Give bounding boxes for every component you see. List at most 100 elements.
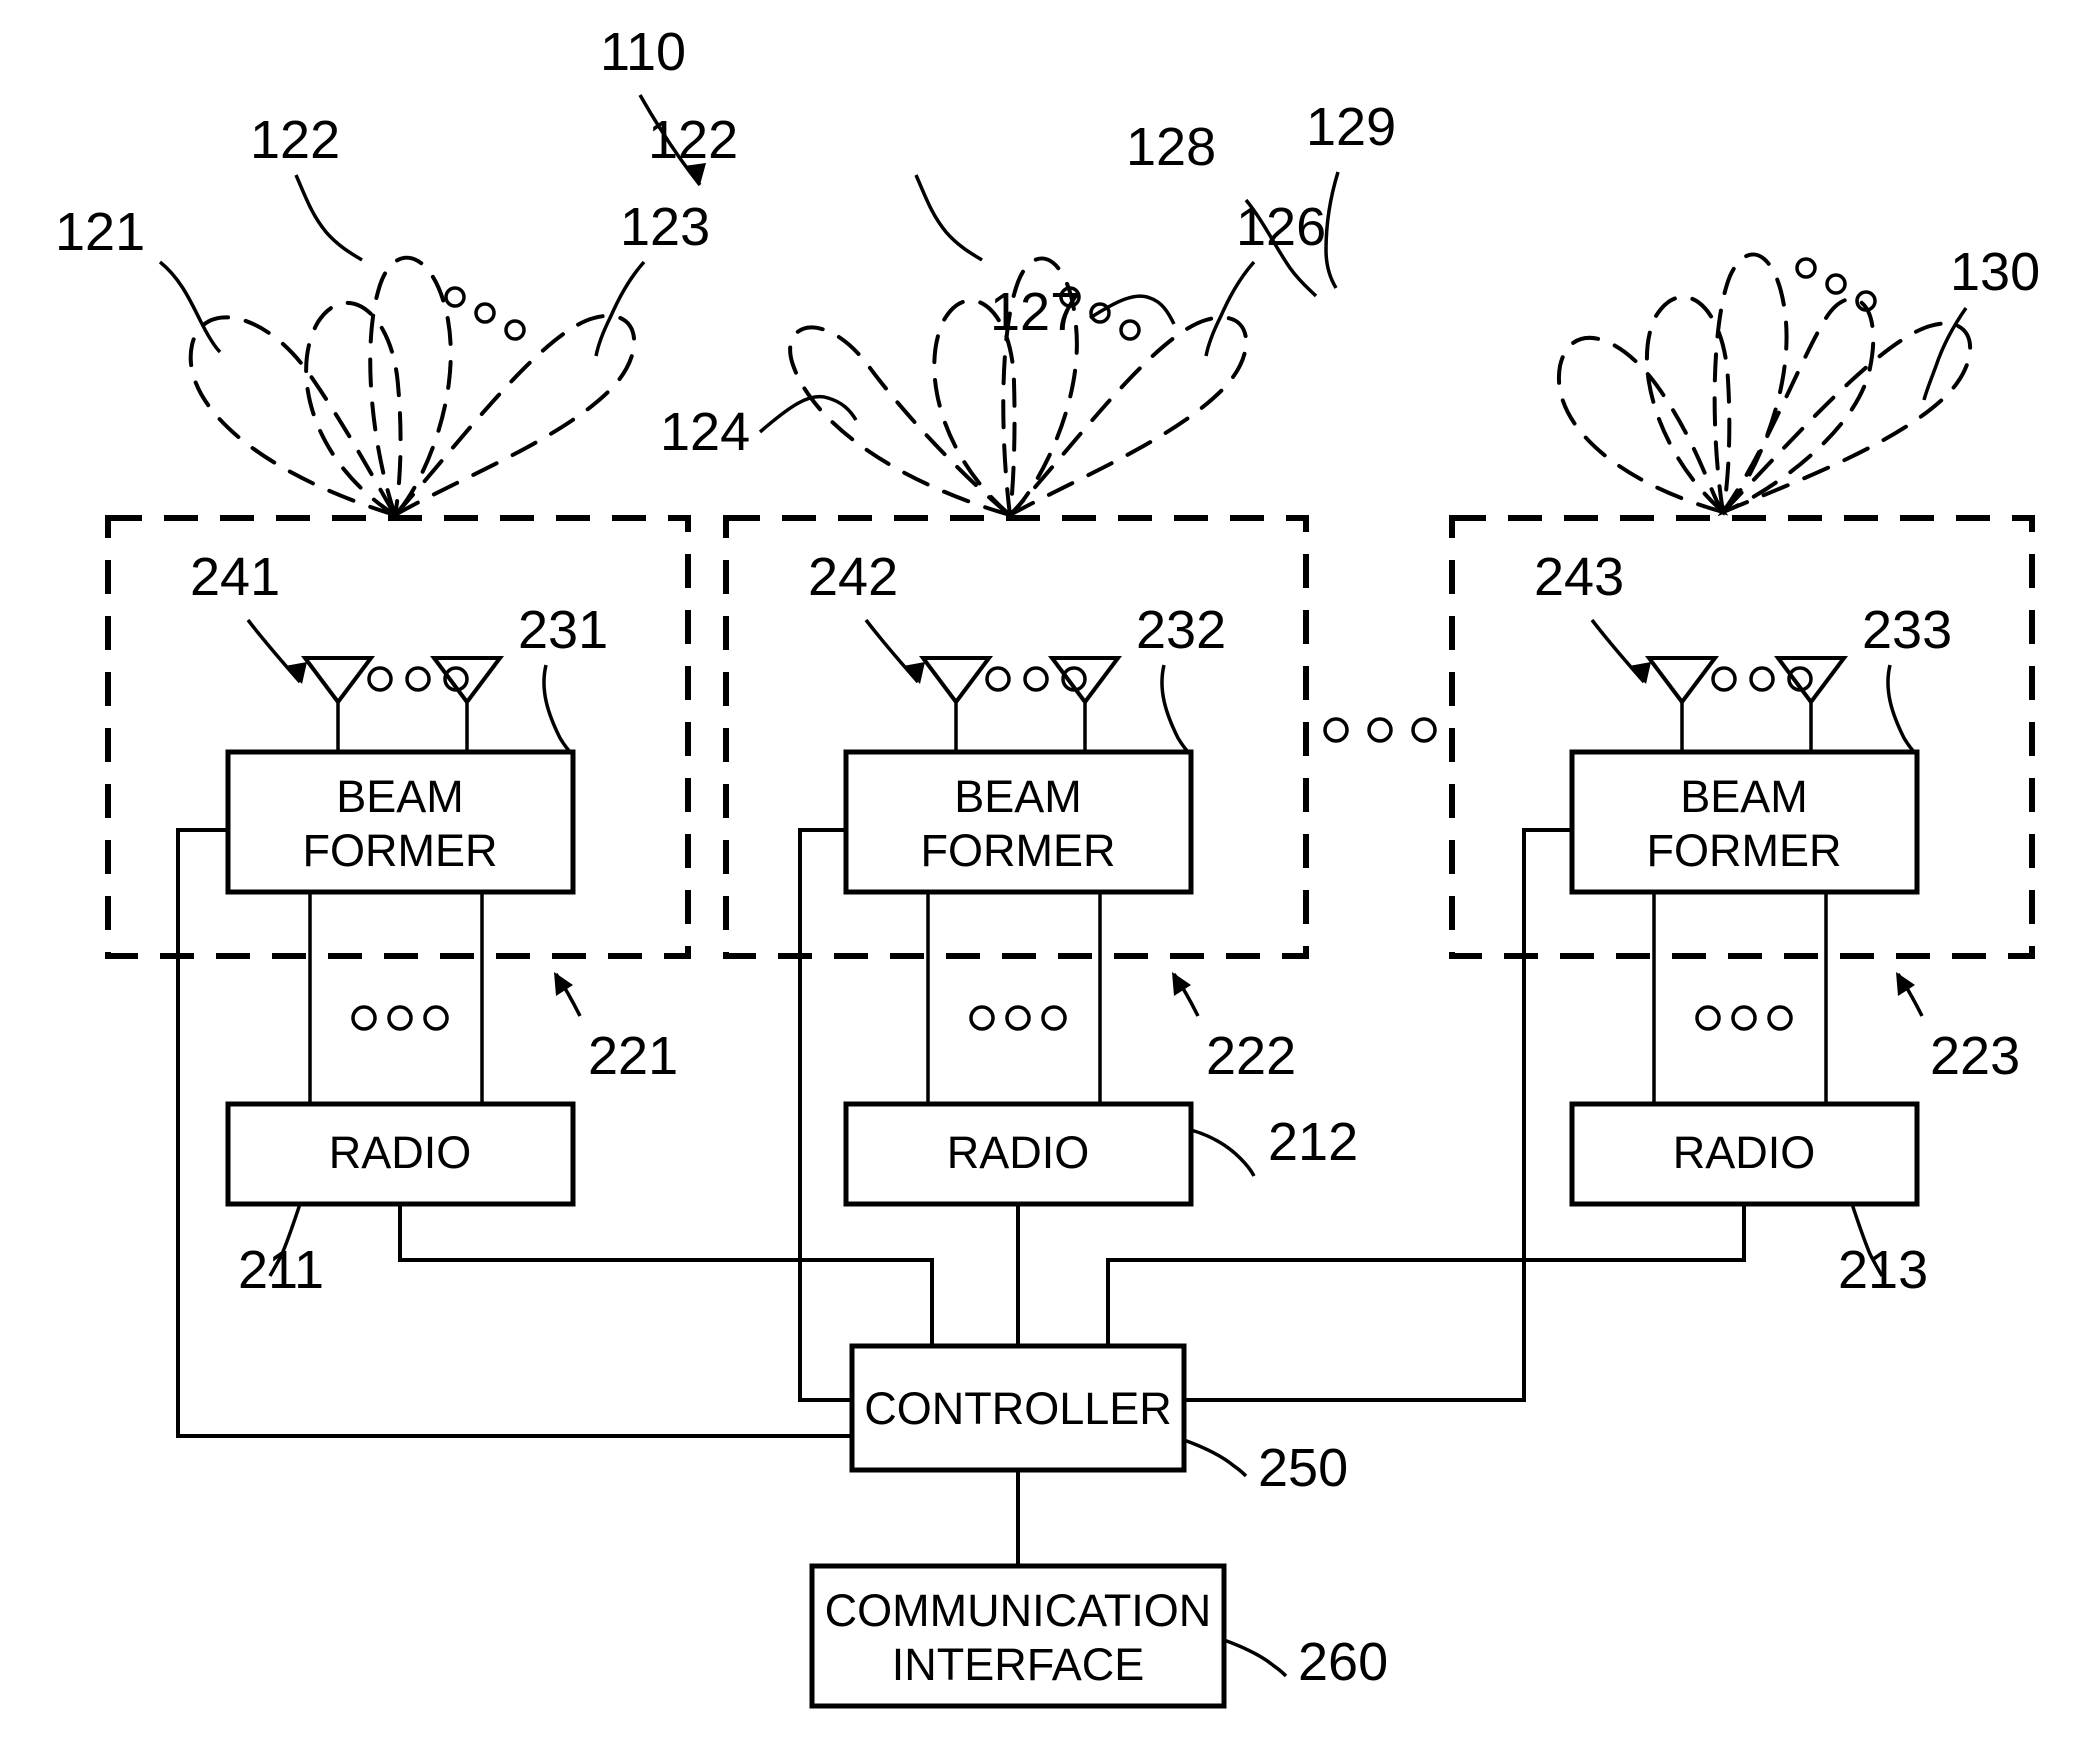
beam-lobe-128b — [1712, 252, 1789, 516]
antenna-element-left-3 — [1645, 656, 1719, 752]
ref-124-text: 124 — [660, 402, 750, 462]
ref-243-text: 243 — [1534, 547, 1624, 607]
ellipsis-dot — [1825, 273, 1847, 295]
ref-128-text: 128 — [1126, 117, 1216, 177]
ref-212-text: 212 — [1268, 1112, 1358, 1172]
ref-232-leader — [1160, 664, 1192, 756]
ref-260-leader — [1223, 1638, 1288, 1678]
controller-label: CONTROLLER — [864, 1383, 1172, 1434]
beamformer-label-line2: FORMER — [1647, 825, 1842, 876]
beamformer-label-line1: BEAM — [954, 771, 1082, 822]
ellipsis-dot — [1749, 666, 1775, 692]
ref-232-text: 232 — [1136, 600, 1226, 660]
ref-123-text: 123 — [620, 197, 710, 257]
ref-231-text: 231 — [518, 600, 608, 660]
antenna-element-right-1 — [430, 656, 504, 752]
beam-lobe-129 — [1717, 297, 1876, 517]
beam-lobes-group-1 — [188, 255, 637, 519]
ref-260-text: 260 — [1298, 1632, 1388, 1692]
ellipsis-dot — [367, 666, 393, 692]
radio-label-2: RADIO — [947, 1127, 1090, 1178]
ellipsis-dot — [474, 302, 496, 324]
antenna-element-left-1 — [301, 656, 375, 752]
beam-lobe-130 — [1721, 321, 1973, 514]
ellipsis-dot — [405, 666, 431, 692]
ellipsis-dot — [1041, 1005, 1067, 1031]
ref-121-text: 121 — [55, 202, 145, 262]
ellipsis-dot — [969, 1005, 995, 1031]
ref-223-text: 223 — [1930, 1026, 2020, 1086]
beam-lobe-126 — [1008, 315, 1249, 517]
ellipsis-dot — [1731, 1005, 1757, 1031]
beam-ref-labels-group-1: 121 122 123 — [55, 110, 710, 357]
radio3-to-controller — [1106, 1204, 1746, 1346]
ref-129-text: 129 — [1306, 97, 1396, 157]
controller-to-beamformer-3 — [1184, 828, 1572, 1402]
ellipsis-dot — [1711, 666, 1737, 692]
ellipsis-dot — [1695, 1005, 1721, 1031]
ellipsis-dot — [985, 666, 1011, 692]
radio1-to-controller — [398, 1204, 934, 1346]
ref-221-text: 221 — [588, 1026, 678, 1086]
ref-129-leader — [1324, 171, 1340, 289]
ellipsis-dot — [1767, 1005, 1793, 1031]
beam-ref-labels-group-2: 122 122 126 124 — [648, 110, 1326, 462]
ref-127-text: 127 — [990, 282, 1080, 342]
ellipsis-dot — [351, 1005, 377, 1031]
ref-231-leader — [542, 664, 574, 756]
radio-label-1: RADIO — [329, 1127, 472, 1178]
panel-1-group: 241 231 BEAM FORMER RADIO 221 211 — [176, 547, 934, 1438]
ref-242-arrowhead — [903, 662, 925, 684]
radio-label-3: RADIO — [1673, 1127, 1816, 1178]
beamformer-label-line2: FORMER — [921, 825, 1116, 876]
ref-110-text: 110 — [600, 22, 686, 82]
ref-122-mid-leader — [914, 174, 983, 262]
controller-group: CONTROLLER 250 — [849, 1343, 1348, 1566]
beam-lobe-121 — [188, 315, 400, 519]
ellipsis-dot — [423, 1005, 449, 1031]
beamformer-label-line1: BEAM — [1680, 771, 1808, 822]
ref-222-text: 222 — [1206, 1026, 1296, 1086]
ellipsis-dot — [1023, 666, 1049, 692]
ref-124-leader — [758, 394, 858, 434]
antenna-element-left-2 — [919, 656, 993, 752]
ref-222-arrowhead — [1172, 972, 1191, 996]
comm-interface-label-line1: COMMUNICATION — [825, 1585, 1212, 1636]
ellipsis-dot — [504, 319, 526, 341]
beam-lobe-122 — [368, 255, 453, 519]
ref-223-arrowhead — [1896, 972, 1915, 996]
ref-242-text: 242 — [808, 547, 898, 607]
ref-121-leader — [158, 260, 222, 354]
ref-211-text: 211 — [238, 1240, 324, 1300]
ref-233-text: 233 — [1862, 600, 1952, 660]
comm-interface-group: COMMUNICATION INTERFACE 260 — [809, 1563, 1388, 1709]
ref-221-arrowhead — [554, 972, 573, 996]
ref-250-text: 250 — [1258, 1438, 1348, 1498]
ellipsis-dot — [444, 286, 466, 308]
ellipsis-dot — [387, 1005, 413, 1031]
ref-122-leader — [294, 174, 363, 262]
beam-lobe-124a — [788, 325, 1012, 517]
panel-3-group: 243 233 BEAM FORMER RADIO 213 223 — [1106, 547, 2020, 1402]
ellipsis-dot — [1119, 319, 1141, 341]
ref-126-leader — [1204, 260, 1256, 357]
ref-122-mid-text: 122 — [648, 110, 738, 170]
comm-interface-label-line2: INTERFACE — [892, 1639, 1145, 1690]
beam-lobes-group-3 — [1556, 252, 1973, 517]
patent-figure: 110 121 122 123 122 126 124 128 129 127 … — [0, 0, 2094, 1751]
ref-241-text: 241 — [190, 547, 280, 607]
ref-212-leader — [1190, 1128, 1256, 1177]
ref-243-arrowhead — [1629, 662, 1651, 684]
beamformer-label-line1: BEAM — [336, 771, 464, 822]
ref-123-leader — [594, 260, 646, 357]
ref-213-text: 213 — [1838, 1240, 1928, 1300]
panel-ellipsis — [1323, 717, 1437, 743]
ellipsis-dot — [1795, 257, 1817, 279]
beamformer-label-line2: FORMER — [303, 825, 498, 876]
ref-233-leader — [1886, 664, 1918, 756]
ref-130-text: 130 — [1950, 242, 2040, 302]
ref-250-leader — [1183, 1438, 1248, 1478]
ref-130-leader — [1922, 306, 1968, 401]
ref-122-text: 122 — [250, 110, 340, 170]
ref-241-arrowhead — [285, 662, 307, 684]
